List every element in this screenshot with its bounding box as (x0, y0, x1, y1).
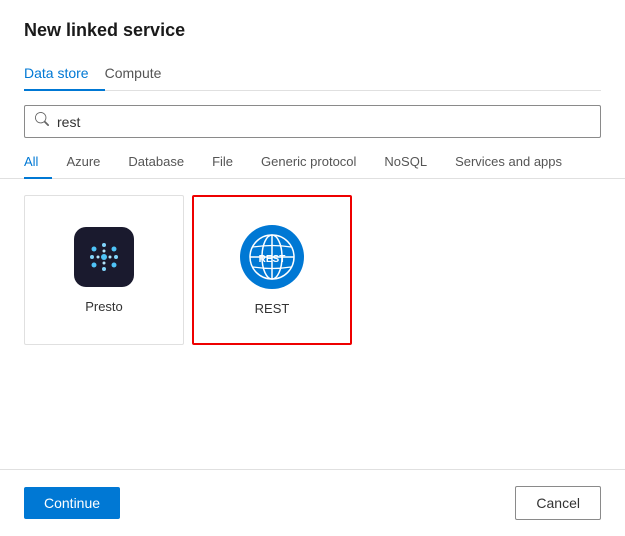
rest-icon: REST (240, 225, 304, 289)
filter-tab-nosql[interactable]: NoSQL (370, 148, 441, 179)
filter-tab-generic-protocol[interactable]: Generic protocol (247, 148, 370, 179)
tab-data-store[interactable]: Data store (24, 57, 105, 91)
svg-text:REST: REST (259, 254, 286, 265)
cancel-button[interactable]: Cancel (515, 486, 601, 520)
presto-label: Presto (85, 299, 123, 314)
search-input[interactable] (57, 114, 590, 130)
filter-tab-services-and-apps[interactable]: Services and apps (441, 148, 576, 179)
filter-tab-all[interactable]: All (24, 148, 52, 179)
search-bar (0, 91, 625, 138)
service-card-presto[interactable]: Presto (24, 195, 184, 345)
filter-tab-database[interactable]: Database (114, 148, 198, 179)
main-tabs: Data store Compute (24, 57, 601, 91)
filter-tab-azure[interactable]: Azure (52, 148, 114, 179)
filter-tab-file[interactable]: File (198, 148, 247, 179)
presto-icon (74, 227, 134, 287)
service-card-rest[interactable]: REST REST (192, 195, 352, 345)
tab-compute[interactable]: Compute (105, 57, 178, 91)
continue-button[interactable]: Continue (24, 487, 120, 519)
services-grid: Presto REST (0, 179, 625, 469)
rest-label: REST (255, 301, 290, 316)
filter-tabs: All Azure Database File Generic protocol… (0, 138, 625, 179)
new-linked-service-dialog: New linked service Data store Compute Al… (0, 0, 625, 536)
dialog-title: New linked service (24, 20, 601, 41)
dialog-header: New linked service Data store Compute (0, 0, 625, 91)
dialog-footer: Continue Cancel (0, 469, 625, 536)
search-icon (35, 112, 49, 131)
search-input-wrapper (24, 105, 601, 138)
